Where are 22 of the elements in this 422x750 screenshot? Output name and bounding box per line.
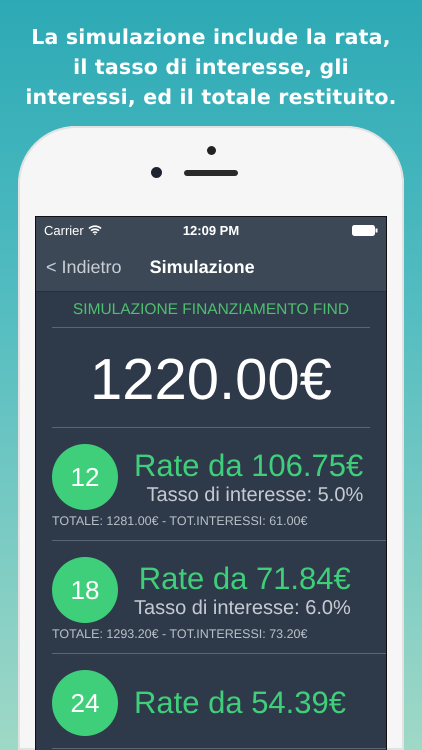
- back-link[interactable]: < Indietro: [46, 256, 122, 278]
- battery-icon: [352, 224, 378, 236]
- camera-icon: [151, 167, 162, 178]
- loan-amount: 1220.00€: [52, 328, 370, 428]
- months-badge: 12: [52, 444, 118, 510]
- section-heading: SIMULAZIONE FINANZIAMENTO FIND: [52, 292, 370, 328]
- headline: La simulazione include la rata, il tasso di interesse, gli interessi, ed il totale restituito.: [25, 24, 397, 111]
- installment-amount: Rate da 71.84€: [138, 560, 351, 596]
- speaker-icon: [184, 170, 238, 176]
- interest-rate: Tasso di interesse: 6.0%: [134, 596, 351, 620]
- months-badge: 24: [52, 670, 118, 736]
- nav-title: Simulazione: [150, 256, 255, 278]
- wifi-icon: [88, 225, 102, 235]
- months-badge: 18: [52, 557, 118, 623]
- totals-text: TOTALE: 1281.00€ - TOT.INTERESSI: 61.00€: [52, 514, 308, 528]
- sensor-icon: [207, 146, 216, 155]
- carrier-label: Carrier: [44, 222, 84, 238]
- interest-rate: Tasso di interesse: 5.0%: [146, 484, 364, 506]
- status-time: 12:09 PM: [182, 222, 240, 238]
- installment-amount: Rate da 54.39€: [134, 685, 346, 721]
- installment-amount: Rate da 106.75€: [134, 448, 364, 484]
- totals-text: TOTALE: 1293.20€ - TOT.INTERESSI: 73.20€: [52, 627, 308, 641]
